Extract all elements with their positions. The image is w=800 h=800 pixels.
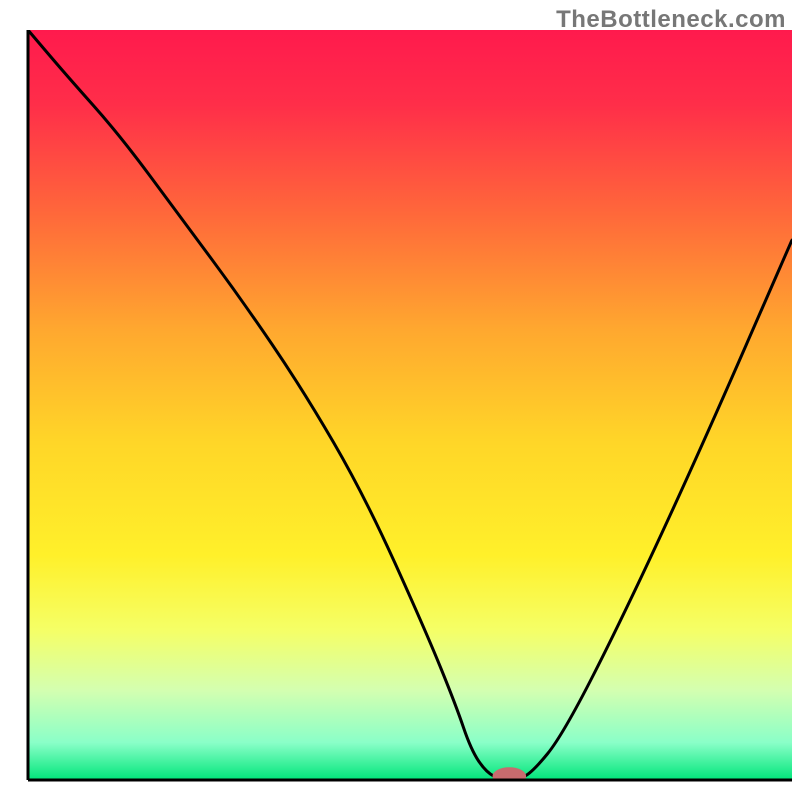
optimal-marker	[493, 767, 527, 785]
watermark: TheBottleneck.com	[556, 6, 786, 34]
gradient-background	[28, 30, 792, 780]
chart-container: TheBottleneck.com	[0, 0, 800, 800]
bottleneck-chart	[0, 0, 800, 800]
